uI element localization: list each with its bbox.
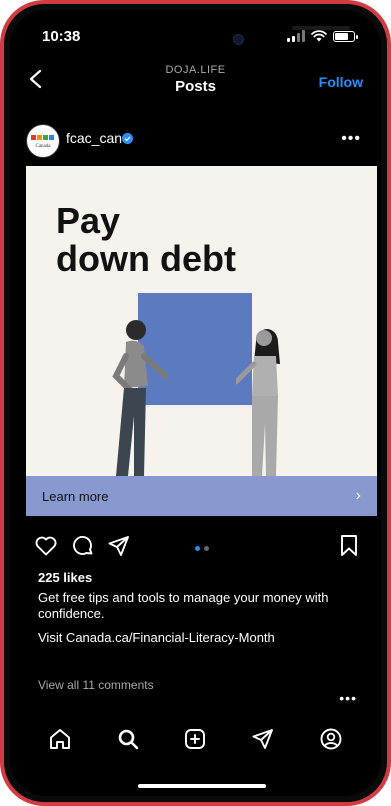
status-time: 10:38	[42, 28, 81, 45]
chevron-right-icon: ›	[355, 487, 361, 504]
status-icons	[287, 30, 358, 42]
status-bar: 10:38	[10, 22, 381, 52]
post-headline: Pay down debt	[56, 202, 236, 278]
battery-icon	[333, 30, 358, 42]
share-icon[interactable]	[107, 534, 131, 558]
signal-icon	[287, 30, 305, 42]
tab-direct[interactable]	[248, 724, 278, 754]
home-indicator[interactable]	[138, 784, 266, 788]
heart-icon[interactable]	[34, 534, 58, 558]
home-icon	[49, 729, 70, 749]
headline-line-2: down debt	[56, 238, 236, 279]
carousel-dot	[204, 546, 209, 551]
post-link-text: Visit Canada.ca/Financial-Literacy-Month	[38, 630, 275, 645]
bookmark-icon[interactable]	[339, 534, 359, 558]
avatar-text: Canada	[35, 144, 51, 149]
screen: 10:38 DOJA.LIFE Posts Follow Canada fcac…	[10, 10, 381, 796]
learn-more-label: Learn more	[42, 488, 109, 504]
follow-button[interactable]: Follow	[319, 74, 363, 90]
man-figure-image	[112, 320, 168, 476]
more-options-icon[interactable]: •••	[341, 130, 361, 148]
profile-icon	[320, 728, 342, 750]
tab-create[interactable]	[180, 724, 210, 754]
post-caption: Get free tips and tools to manage your m…	[38, 590, 329, 621]
post-image[interactable]: Pay down debt Learn more ›	[26, 166, 377, 516]
username[interactable]: fcac_can	[66, 130, 122, 146]
create-icon	[185, 729, 206, 749]
avatar-logo-mark	[31, 135, 54, 140]
nav-header: DOJA.LIFE Posts Follow	[10, 60, 381, 100]
verified-icon	[122, 133, 133, 144]
camera-icon	[233, 34, 244, 45]
view-comments-link[interactable]: View all 11 comments	[38, 678, 154, 692]
headline-line-1: Pay	[56, 200, 121, 241]
post-actions	[10, 534, 381, 564]
search-icon	[118, 729, 138, 750]
learn-more-bar[interactable]: Learn more ›	[26, 476, 377, 516]
tab-home[interactable]	[45, 724, 75, 754]
carousel-dot-active	[195, 546, 200, 551]
post-header: Canada fcac_can •••	[10, 122, 381, 162]
carousel-indicator	[195, 546, 209, 551]
woman-figure-image	[236, 329, 280, 476]
tab-profile[interactable]	[316, 724, 346, 754]
tab-bar	[10, 724, 381, 760]
wifi-icon	[311, 30, 327, 42]
likes-count[interactable]: 225 likes	[38, 570, 92, 585]
direct-icon	[252, 729, 274, 749]
comment-icon[interactable]	[71, 534, 95, 558]
phone-frame: 10:38 DOJA.LIFE Posts Follow Canada fcac…	[0, 0, 391, 806]
tab-search[interactable]	[113, 724, 143, 754]
phone-bezel: 10:38 DOJA.LIFE Posts Follow Canada fcac…	[4, 4, 387, 802]
more-options-icon[interactable]: •••	[339, 690, 357, 706]
avatar[interactable]: Canada	[26, 124, 60, 158]
